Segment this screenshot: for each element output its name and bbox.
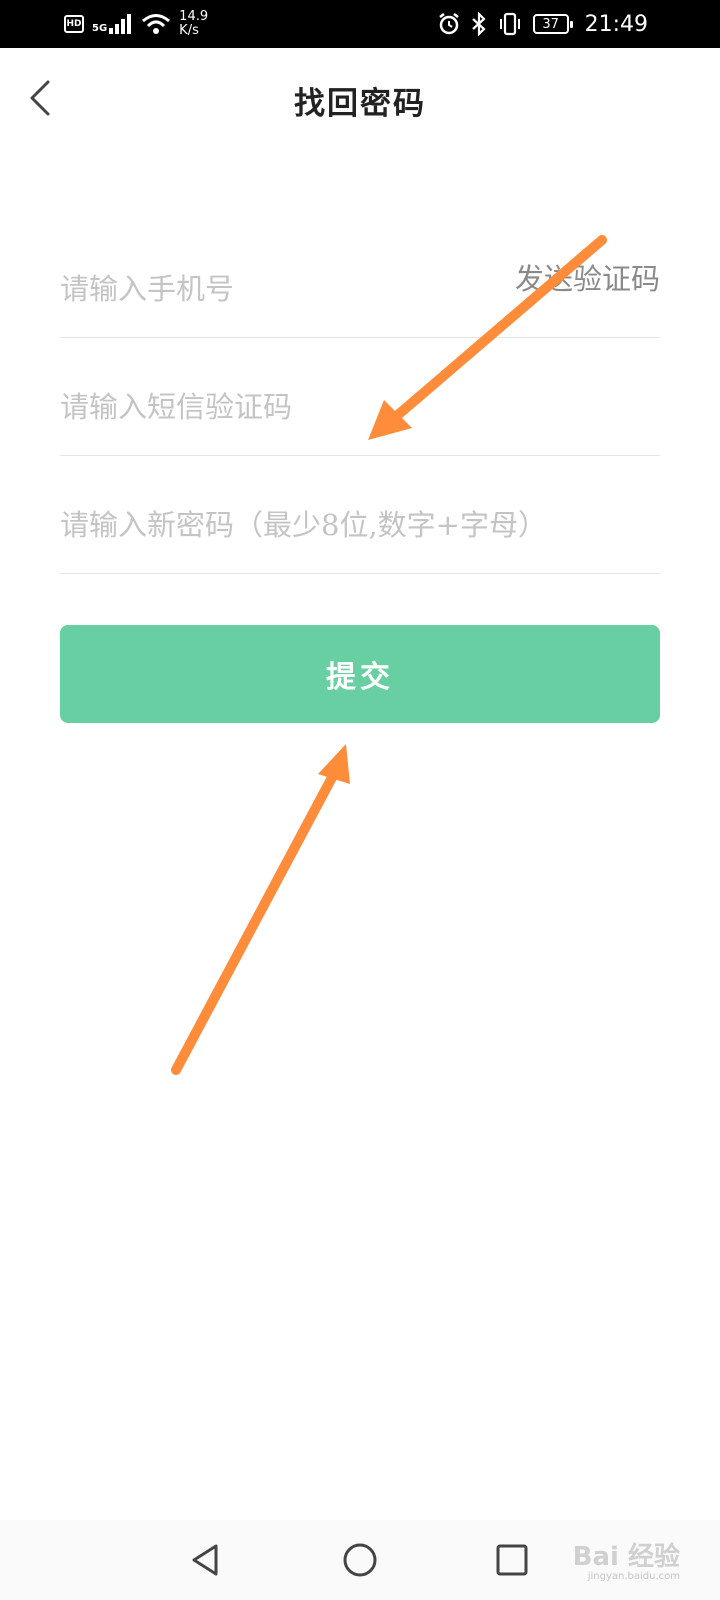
system-nav-bar: Bai 经验 jingyan.baidu.com [0, 1520, 720, 1600]
hd-badge: HD [64, 15, 84, 33]
nav-back-button[interactable] [186, 1540, 226, 1580]
vibrate-icon [499, 12, 520, 36]
baidu-jingyan-watermark: Bai 经验 jingyan.baidu.com [573, 1536, 680, 1582]
password-field-row [60, 456, 660, 574]
battery-indicator: 37 [532, 14, 573, 34]
status-right: 37 21:49 [437, 0, 648, 48]
reset-password-form: 发送验证码 [60, 220, 660, 574]
send-code-button[interactable]: 发送验证码 [515, 256, 660, 298]
speed-unit: K/s [179, 23, 199, 38]
clock: 21:49 [584, 11, 648, 37]
status-left: HD 5G 14.9 K/s [64, 0, 208, 48]
page-title: 找回密码 [294, 86, 426, 122]
nav-home-button[interactable] [340, 1540, 380, 1580]
sms-field-row [60, 338, 660, 456]
watermark-brand: Bai 经验 [572, 1542, 680, 1572]
nav-recents-button[interactable] [492, 1540, 532, 1580]
circle-home-icon [343, 1543, 377, 1577]
cellular-signal-icon: 5G [92, 14, 133, 34]
square-recents-icon [496, 1544, 528, 1576]
arrow-to-submit-button-icon [171, 744, 350, 1075]
bluetooth-icon [471, 12, 486, 36]
watermark-url: jingyan.baidu.com [587, 1571, 680, 1582]
phone-field-row: 发送验证码 [60, 220, 660, 338]
wifi-icon [142, 14, 171, 34]
triangle-back-icon [192, 1544, 218, 1576]
status-bar: HD 5G 14.9 K/s 37 21:49 [0, 0, 720, 48]
sms-code-input[interactable] [60, 389, 660, 424]
network-type: 5G [92, 23, 108, 34]
alarm-icon [438, 13, 459, 35]
header: 找回密码 [0, 48, 720, 148]
speed-value: 14.9 [179, 9, 209, 24]
network-speed: 14.9 K/s [179, 10, 208, 38]
submit-button[interactable]: 提交 [60, 625, 660, 723]
new-password-input[interactable] [60, 507, 660, 542]
